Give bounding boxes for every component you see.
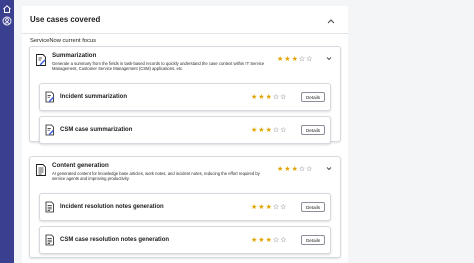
star-empty-icon: ☆ — [298, 56, 306, 63]
star-filled-icon: ★ — [251, 237, 258, 244]
left-nav-bar — [0, 0, 14, 263]
star-filled-icon: ★ — [284, 166, 291, 173]
star-filled-icon: ★ — [258, 94, 265, 101]
star-empty-icon: ☆ — [272, 127, 280, 134]
star-empty-icon: ☆ — [272, 204, 280, 211]
details-button[interactable]: Details — [301, 125, 325, 135]
home-icon[interactable] — [2, 4, 12, 14]
use-case-rating: ★ ★ ★ ☆ ☆ — [251, 94, 286, 101]
category-title: Content generation — [52, 162, 109, 169]
category-description: AI generated content for knowledge base … — [52, 171, 260, 182]
document-edit-icon — [45, 91, 54, 103]
use-case-card-incident-resolution-notes[interactable]: Incident resolution notes generation ★ ★ ★… — [39, 193, 331, 221]
star-empty-icon: ☆ — [280, 127, 287, 134]
category-description: Generate a summary from the fields in ta… — [52, 61, 265, 72]
category-card-summarization: Summarization Generate a summary from th… — [29, 46, 341, 144]
star-empty-icon: ☆ — [272, 237, 280, 244]
star-empty-icon: ☆ — [272, 94, 280, 101]
star-filled-icon: ★ — [291, 56, 298, 63]
star-filled-icon: ★ — [258, 237, 265, 244]
star-empty-icon: ☆ — [280, 204, 287, 211]
document-edit-icon — [36, 54, 46, 66]
chevron-down-icon[interactable] — [326, 56, 332, 61]
use-case-title: Incident summarization — [60, 94, 128, 100]
star-filled-icon: ★ — [277, 56, 284, 63]
star-filled-icon: ★ — [277, 166, 284, 173]
divider — [22, 33, 348, 34]
user-circle-icon[interactable] — [2, 16, 12, 26]
panel-title: Use cases covered — [30, 15, 101, 24]
star-empty-icon: ☆ — [280, 237, 287, 244]
use-case-rating: ★ ★ ★ ☆ ☆ — [251, 127, 286, 134]
star-filled-icon: ★ — [291, 166, 298, 173]
use-case-card-incident-summarization[interactable]: Incident summarization ★ ★ ★ ☆ ☆ Details — [39, 83, 331, 111]
chevron-up-icon[interactable] — [327, 18, 335, 24]
category-rating: ★ ★ ★ ☆ ☆ — [277, 166, 312, 173]
main-content: Use cases covered ServiceNow current foc… — [14, 0, 474, 263]
star-filled-icon: ★ — [265, 204, 272, 211]
star-filled-icon: ★ — [251, 94, 258, 101]
category-title: Summarization — [52, 52, 97, 59]
use-case-title: Incident resolution notes generation — [60, 204, 164, 210]
use-case-rating: ★ ★ ★ ☆ ☆ — [251, 204, 286, 211]
document-edit-icon — [45, 124, 54, 136]
chevron-down-icon[interactable] — [326, 166, 332, 171]
use-case-rating: ★ ★ ★ ☆ ☆ — [251, 237, 286, 244]
use-case-title: CSM case summarization — [60, 127, 133, 133]
star-filled-icon: ★ — [265, 237, 272, 244]
star-empty-icon: ☆ — [306, 166, 313, 173]
star-filled-icon: ★ — [251, 127, 258, 134]
use-case-title: CSM case resolution notes generation — [60, 237, 170, 243]
details-button[interactable]: Details — [301, 92, 325, 102]
use-case-card-csm-case-resolution-notes[interactable]: CSM case resolution notes generation ★ ★ ★… — [39, 226, 331, 254]
star-filled-icon: ★ — [258, 127, 265, 134]
star-filled-icon: ★ — [251, 204, 258, 211]
details-button[interactable]: Details — [301, 235, 325, 245]
star-empty-icon: ☆ — [306, 56, 313, 63]
star-filled-icon: ★ — [265, 127, 272, 134]
document-icon — [45, 201, 54, 213]
star-filled-icon: ★ — [258, 204, 265, 211]
document-icon — [45, 234, 54, 246]
star-empty-icon: ☆ — [280, 94, 287, 101]
details-button[interactable]: Details — [301, 202, 325, 212]
star-empty-icon: ☆ — [298, 166, 306, 173]
category-card-content-generation: Content generation AI generated content … — [29, 156, 341, 258]
panel-subtitle: ServiceNow current focus — [30, 38, 97, 44]
use-case-card-csm-case-summarization[interactable]: CSM case summarization ★ ★ ★ ☆ ☆ Details — [39, 116, 331, 144]
star-filled-icon: ★ — [284, 56, 291, 63]
document-icon — [36, 164, 46, 176]
star-filled-icon: ★ — [265, 94, 272, 101]
use-cases-panel: Use cases covered ServiceNow current foc… — [22, 6, 348, 263]
category-rating: ★ ★ ★ ☆ ☆ — [277, 56, 312, 63]
